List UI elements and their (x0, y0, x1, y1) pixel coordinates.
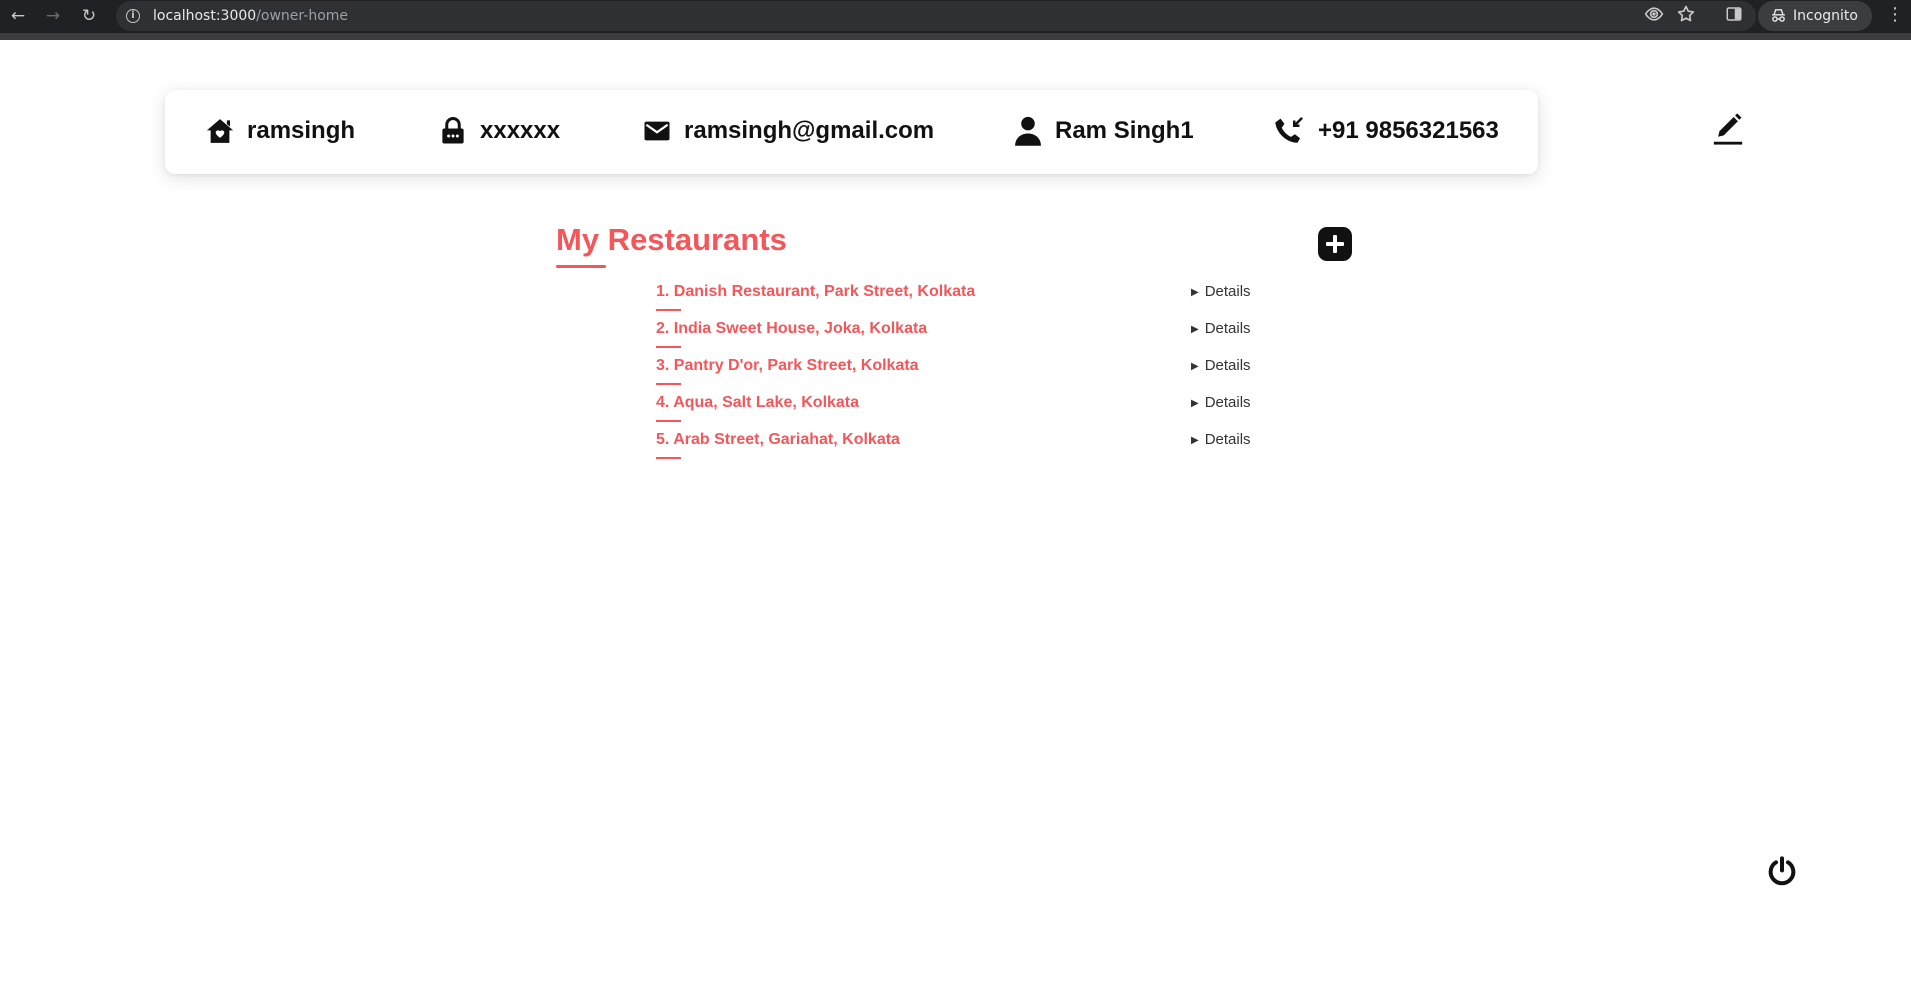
details-toggle[interactable]: ▶ Details (1191, 320, 1251, 337)
details-toggle[interactable]: ▶ Details (1191, 357, 1251, 374)
my-restaurants-title: My Restaurants (556, 222, 787, 257)
restaurant-link[interactable]: 5. Arab Street, Gariahat, Kolkata (656, 431, 900, 449)
item-underline (656, 457, 681, 459)
reload-icon[interactable]: ↻ (77, 4, 101, 28)
incognito-chip[interactable]: Incognito (1758, 1, 1872, 31)
incognito-icon (1770, 7, 1787, 28)
username-text: ramsingh (247, 117, 356, 144)
email-field: ramsingh@gmail.com (642, 114, 934, 148)
power-icon (1766, 856, 1798, 891)
item-underline (656, 383, 681, 385)
title-underline (556, 265, 606, 268)
item-underline (656, 309, 681, 311)
restaurant-link[interactable]: 2. India Sweet House, Joka, Kolkata (656, 320, 927, 338)
lock-icon (438, 116, 468, 146)
profile-card: ramsingh xxxxxx ramsingh@gmail.com Ram S… (165, 90, 1538, 174)
restaurant-list: 1. Danish Restaurant, Park Street, Kolka… (656, 280, 1256, 465)
details-toggle[interactable]: ▶ Details (1191, 431, 1251, 448)
list-item: 5. Arab Street, Gariahat, Kolkata ▶ Detai… (656, 428, 1256, 465)
edit-profile-button[interactable] (1711, 112, 1745, 146)
item-underline (656, 346, 681, 348)
triangle-right-icon: ▶ (1191, 361, 1199, 372)
details-toggle[interactable]: ▶ Details (1191, 394, 1251, 411)
password-text: xxxxxx (480, 117, 561, 144)
more-menu-icon[interactable]: ⋮ (1886, 4, 1904, 25)
triangle-right-icon: ▶ (1191, 435, 1199, 446)
add-restaurant-button[interactable] (1318, 227, 1352, 261)
restaurant-link[interactable]: 4. Aqua, Salt Lake, Kolkata (656, 394, 859, 412)
logout-button[interactable] (1766, 855, 1798, 887)
list-item: 3. Pantry D'or, Park Street, Kolkata ▶ De… (656, 354, 1256, 391)
star-icon[interactable] (1676, 4, 1696, 28)
triangle-right-icon: ▶ (1191, 324, 1199, 335)
name-text: Ram Singh1 (1055, 117, 1194, 144)
incognito-label: Incognito (1793, 8, 1858, 24)
details-toggle[interactable]: ▶ Details (1191, 283, 1251, 300)
eye-icon[interactable] (1644, 4, 1664, 28)
restaurant-link[interactable]: 3. Pantry D'or, Park Street, Kolkata (656, 357, 919, 375)
restaurant-link[interactable]: 1. Danish Restaurant, Park Street, Kolka… (656, 283, 975, 301)
phone-text: +91 9856321563 (1318, 117, 1499, 144)
mail-icon (642, 116, 672, 146)
triangle-right-icon: ▶ (1191, 398, 1199, 409)
person-icon (1013, 115, 1043, 147)
arrow-right-icon[interactable]: → (41, 4, 65, 28)
arrow-left-icon[interactable]: ← (6, 4, 30, 28)
name-field: Ram Singh1 (1013, 114, 1194, 148)
side-panel-icon[interactable] (1725, 4, 1743, 28)
password-field: xxxxxx (438, 114, 560, 148)
username-field: ramsingh (205, 114, 355, 148)
triangle-right-icon: ▶ (1191, 287, 1199, 298)
phone-field: +91 9856321563 (1272, 114, 1499, 148)
list-item: 4. Aqua, Salt Lake, Kolkata ▶ Details (656, 391, 1256, 428)
email-text: ramsingh@gmail.com (684, 117, 935, 144)
info-icon[interactable]: i (126, 9, 140, 23)
phone-callback-icon (1272, 115, 1306, 147)
item-underline (656, 420, 681, 422)
edit-pencil-icon (1711, 113, 1745, 150)
url-text[interactable]: localhost:3000/owner-home (153, 8, 348, 24)
address-bar[interactable]: i localhost:3000/owner-home (116, 1, 1756, 31)
list-item: 2. India Sweet House, Joka, Kolkata ▶ Det… (656, 317, 1256, 354)
list-item: 1. Danish Restaurant, Park Street, Kolka… (656, 280, 1256, 317)
home-icon (205, 116, 235, 146)
browser-toolbar: ← → ↻ i localhost:3000/owner-home Incogn… (0, 0, 1911, 40)
